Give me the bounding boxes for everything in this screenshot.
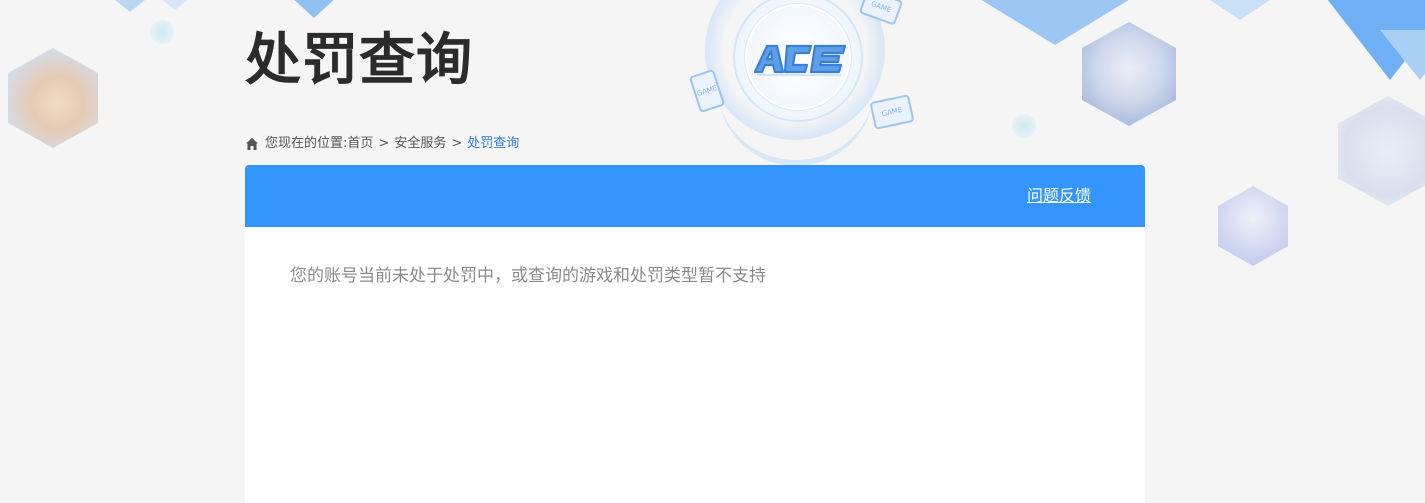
page: GAME GAME GAME 处罚查询 您现在的位置: 首页 > 安全服务 > … xyxy=(0,0,1425,503)
decor-triangle xyxy=(290,0,338,18)
decor-triangle xyxy=(1180,0,1300,20)
panel-body: 您的账号当前未处于处罚中，或查询的游戏和处罚类型暂不支持 xyxy=(245,227,1145,325)
breadcrumb-item-security-service[interactable]: 安全服务 xyxy=(394,136,446,152)
decor-triangle xyxy=(965,0,1145,45)
ace-logo xyxy=(753,44,847,76)
feedback-link[interactable]: 问题反馈 xyxy=(1027,185,1091,207)
emblem-ring xyxy=(733,0,863,122)
game-tag-icon: GAME xyxy=(869,94,915,130)
game-tag-icon: GAME xyxy=(688,68,726,114)
breadcrumb-item-home[interactable]: 首页 xyxy=(347,136,373,152)
decor-triangle xyxy=(150,0,200,10)
panel-header: 问题反馈 xyxy=(245,165,1145,227)
decor-triangle xyxy=(1320,0,1425,80)
decor-hexagon-character xyxy=(8,48,98,148)
breadcrumb: 您现在的位置: 首页 > 安全服务 > 处罚查询 xyxy=(245,136,519,152)
decor-triangle xyxy=(1380,30,1425,80)
query-result-panel: 问题反馈 您的账号当前未处于处罚中，或查询的游戏和处罚类型暂不支持 xyxy=(245,165,1145,503)
status-message: 您的账号当前未处于处罚中，或查询的游戏和处罚类型暂不支持 xyxy=(290,266,766,286)
game-tag-icon: GAME xyxy=(858,0,904,26)
home-icon xyxy=(246,138,258,150)
breadcrumb-separator: > xyxy=(451,136,463,151)
decor-bubble xyxy=(150,20,174,44)
emblem-glow xyxy=(705,0,885,140)
decor-hexagon-character xyxy=(1082,22,1176,126)
page-title: 处罚查询 xyxy=(245,28,473,93)
breadcrumb-separator: > xyxy=(378,136,390,151)
emblem-inner-ring xyxy=(745,4,851,110)
decor-triangle xyxy=(90,0,170,12)
breadcrumb-prefix: 您现在的位置: xyxy=(265,136,348,151)
decor-hexagon-character xyxy=(1218,186,1288,266)
decor-bubble xyxy=(1012,114,1036,138)
breadcrumb-item-penalty-query[interactable]: 处罚查询 xyxy=(467,136,519,152)
emblem-arc xyxy=(718,60,874,166)
decor-hexagon xyxy=(1338,96,1425,206)
